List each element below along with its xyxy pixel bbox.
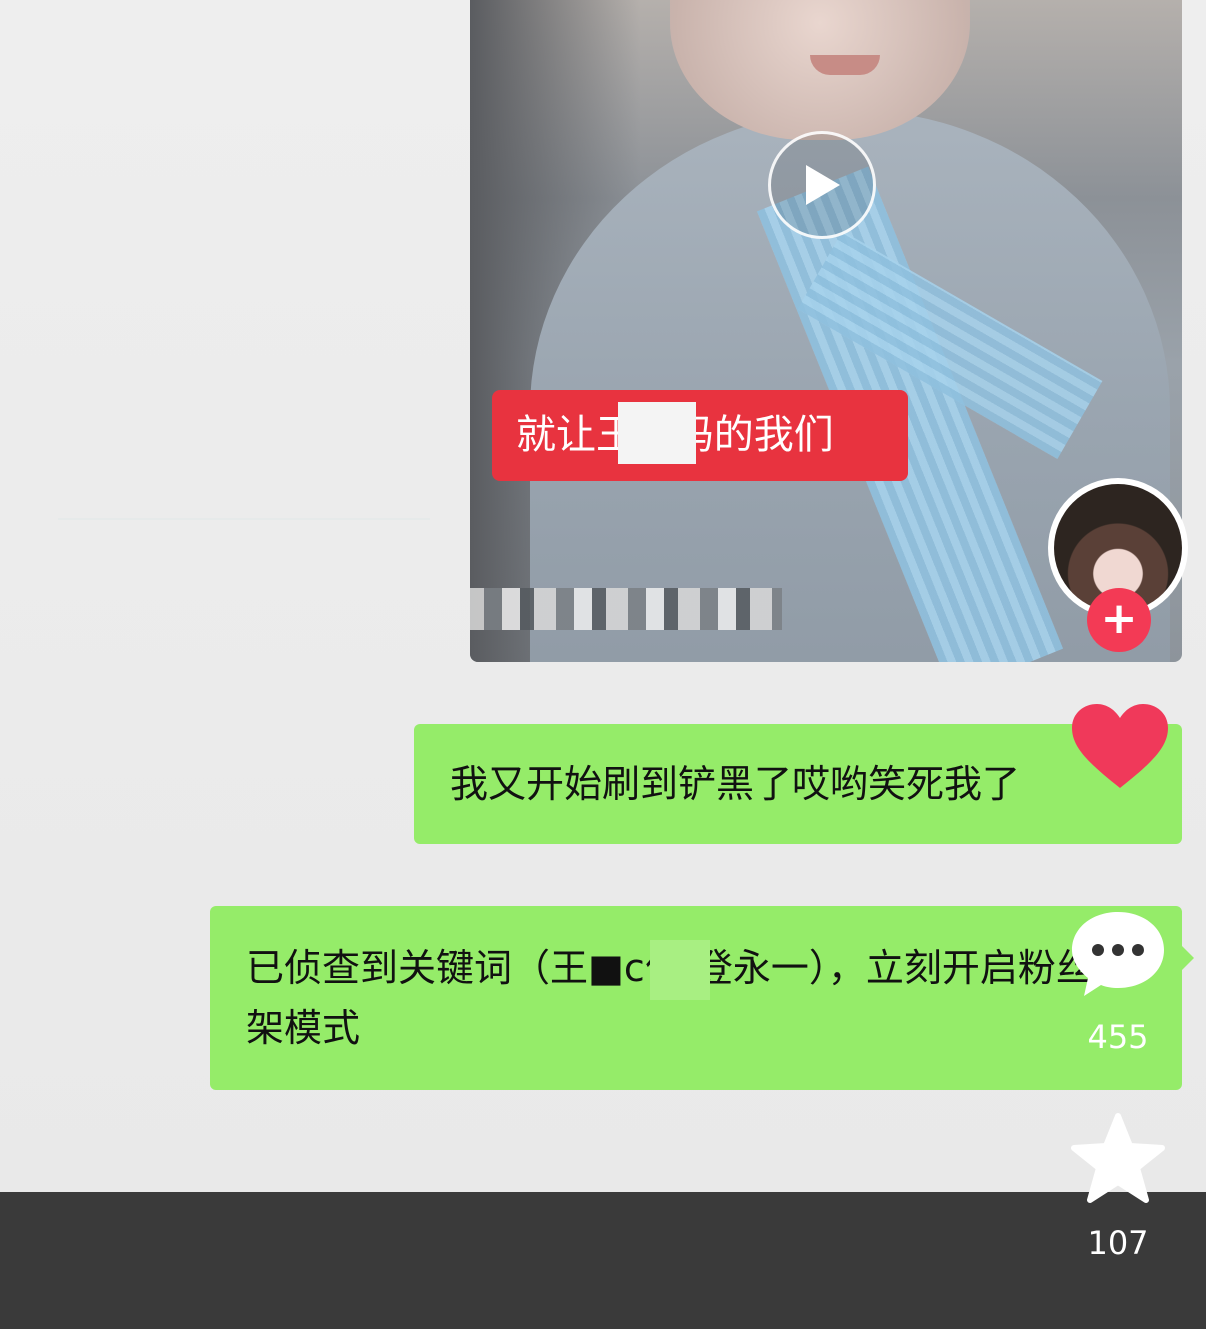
video-caption: 就让王■妈的我们	[492, 390, 908, 481]
follow-button[interactable]: +	[1087, 588, 1151, 652]
favorite-count: 107	[1087, 1224, 1149, 1262]
heart-icon[interactable]	[1070, 702, 1170, 792]
comment-count: 455	[1087, 1018, 1149, 1056]
star-icon[interactable]	[1070, 1112, 1166, 1204]
keyword-redaction	[650, 940, 710, 1000]
message-bubble[interactable]: 我又开始刷到铲黑了哎哟笑死我了	[414, 724, 1182, 844]
comment-icon[interactable]	[1068, 908, 1168, 1000]
play-button[interactable]	[768, 131, 876, 239]
divider	[58, 518, 430, 520]
play-icon	[806, 165, 840, 205]
author-name-redacted	[470, 588, 782, 630]
caption-redaction	[618, 402, 696, 464]
bottom-bar	[0, 1192, 1206, 1329]
message-text: 我又开始刷到铲黑了哎哟笑死我了	[450, 762, 1021, 806]
video-figure-mouth	[810, 55, 880, 75]
